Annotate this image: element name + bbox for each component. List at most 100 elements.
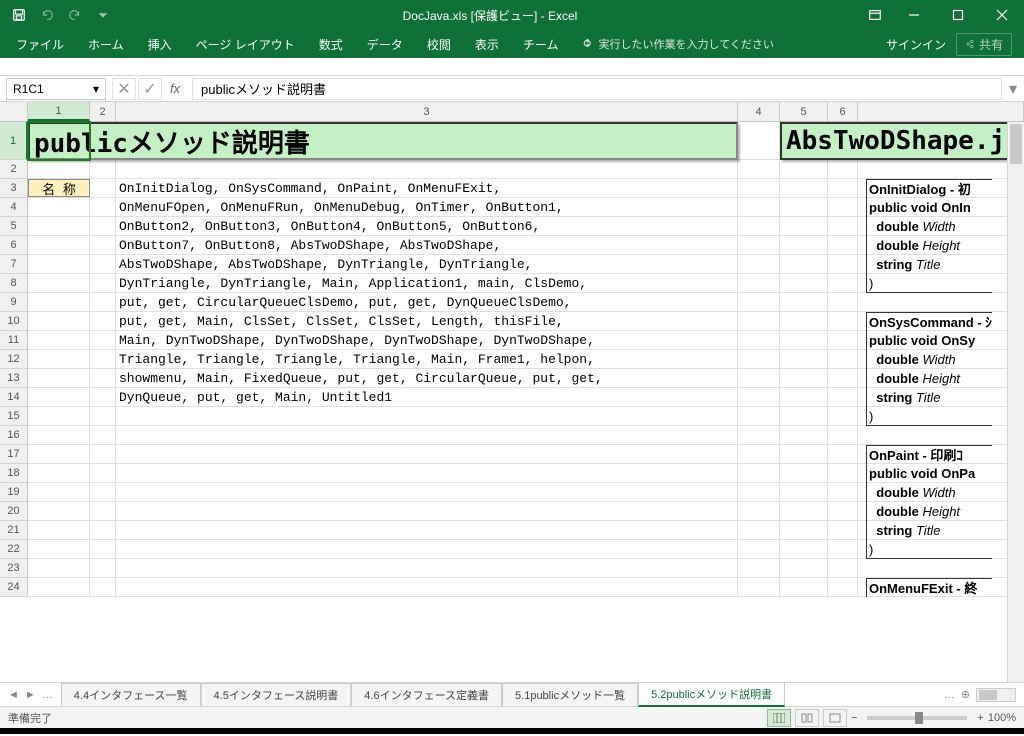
- view-normal-button[interactable]: [767, 709, 791, 727]
- row-header[interactable]: 6: [0, 236, 28, 255]
- row-header[interactable]: 12: [0, 350, 28, 369]
- label-name[interactable]: 名 称: [28, 179, 90, 197]
- row-header[interactable]: 15: [0, 407, 28, 426]
- save-button[interactable]: [6, 2, 32, 28]
- name-box[interactable]: R1C1 ▾: [6, 78, 106, 100]
- row-header[interactable]: 9: [0, 293, 28, 312]
- data-cell[interactable]: showmenu, Main, FixedQueue, put, get, Ci…: [116, 369, 738, 387]
- close-button[interactable]: [980, 0, 1024, 30]
- select-all-corner[interactable]: [0, 102, 28, 121]
- new-sheet-button[interactable]: ⊕: [961, 688, 970, 701]
- minimize-button[interactable]: [892, 0, 936, 30]
- cells-area[interactable]: publicメソッド説明書 AbsTwoDShape.j 名 称 OnInitD…: [28, 122, 1024, 597]
- sheet-tab[interactable]: 4.4インタフェース一覧: [61, 683, 201, 706]
- formula-input[interactable]: publicメソッド説明書: [192, 78, 1002, 100]
- row-header[interactable]: 5: [0, 217, 28, 236]
- col-header[interactable]: 5: [780, 102, 828, 121]
- row-header[interactable]: 16: [0, 426, 28, 445]
- redo-button[interactable]: [62, 2, 88, 28]
- title-cell-right[interactable]: AbsTwoDShape.j: [780, 122, 1024, 160]
- row-header[interactable]: 8: [0, 274, 28, 293]
- tab-nav-more[interactable]: …: [42, 689, 53, 701]
- scrollbar-thumb[interactable]: [1010, 124, 1022, 164]
- data-cell[interactable]: OnMenuFOpen, OnMenuFRun, OnMenuDebug, On…: [116, 198, 738, 216]
- zoom-in-button[interactable]: +: [977, 712, 983, 724]
- row-header[interactable]: 23: [0, 559, 28, 578]
- zoom-level[interactable]: 100%: [988, 712, 1016, 724]
- row-header[interactable]: 11: [0, 331, 28, 350]
- col-header[interactable]: 6: [828, 102, 858, 121]
- data-cell[interactable]: put, get, CircularQueueClsDemo, put, get…: [116, 293, 738, 311]
- row-header[interactable]: 22: [0, 540, 28, 559]
- row-header[interactable]: 13: [0, 369, 28, 388]
- row-header[interactable]: 10: [0, 312, 28, 331]
- title-bar: DocJava.xls [保護ビュー] - Excel: [0, 0, 1024, 30]
- view-page-layout-button[interactable]: [795, 709, 819, 727]
- tab-page-layout[interactable]: ページ レイアウト: [184, 30, 307, 58]
- data-cell[interactable]: DynQueue, put, get, Main, Untitled1: [116, 388, 738, 406]
- right-code-block: OnInitDialog - 初 public void OnIn double…: [866, 179, 992, 597]
- zoom-out-button[interactable]: −: [851, 712, 857, 724]
- data-cell[interactable]: AbsTwoDShape, AbsTwoDShape, DynTriangle,…: [116, 255, 738, 273]
- data-cell[interactable]: OnButton7, OnButton8, AbsTwoDShape, AbsT…: [116, 236, 738, 254]
- signin-link[interactable]: サインイン: [886, 36, 946, 53]
- sheet-tab-active[interactable]: 5.2publicメソッド説明書: [638, 682, 785, 707]
- zoom-slider[interactable]: [867, 716, 967, 720]
- chevron-down-icon[interactable]: ▾: [93, 82, 99, 96]
- tab-team[interactable]: チーム: [511, 30, 571, 58]
- col-header[interactable]: 4: [738, 102, 780, 121]
- row-header[interactable]: 2: [0, 160, 28, 179]
- row-header[interactable]: 7: [0, 255, 28, 274]
- maximize-button[interactable]: [936, 0, 980, 30]
- tabs-more-icon[interactable]: …: [944, 689, 955, 701]
- data-cell[interactable]: OnButton2, OnButton3, OnButton4, OnButto…: [116, 217, 738, 235]
- tab-data[interactable]: データ: [355, 30, 415, 58]
- ribbon-display-options[interactable]: [858, 0, 892, 30]
- row-header[interactable]: 14: [0, 388, 28, 407]
- tell-me-search[interactable]: 実行したい作業を入力してください: [582, 36, 773, 52]
- row-header[interactable]: 19: [0, 483, 28, 502]
- enter-formula-button[interactable]: ✓: [138, 78, 162, 100]
- data-cell[interactable]: DynTriangle, DynTriangle, Main, Applicat…: [116, 274, 738, 292]
- tab-insert[interactable]: 挿入: [136, 30, 184, 58]
- tab-nav-prev[interactable]: ◄: [8, 689, 19, 701]
- col-header[interactable]: 2: [90, 102, 116, 121]
- col-header[interactable]: 3: [116, 102, 738, 121]
- quick-access-toolbar: [0, 2, 122, 28]
- window-title: DocJava.xls [保護ビュー] - Excel: [122, 7, 858, 24]
- col-header[interactable]: 1: [28, 102, 90, 121]
- tab-view[interactable]: 表示: [463, 30, 511, 58]
- spreadsheet-grid: 1 2 3 4 5 6 1 2 3 4 5 6 7 8 9 10 11 12 1…: [0, 102, 1024, 682]
- sheet-tab[interactable]: 5.1publicメソッド一覧: [502, 683, 638, 706]
- row-header[interactable]: 3: [0, 179, 28, 198]
- data-cell[interactable]: put, get, Main, ClsSet, ClsSet, ClsSet, …: [116, 312, 738, 330]
- sheet-tab[interactable]: 4.6インタフェース定義書: [351, 683, 502, 706]
- row-header[interactable]: 18: [0, 464, 28, 483]
- row-header[interactable]: 21: [0, 521, 28, 540]
- vertical-scrollbar[interactable]: [1007, 122, 1024, 682]
- data-cell[interactable]: Triangle, Triangle, Triangle, Triangle, …: [116, 350, 738, 368]
- fx-icon[interactable]: fx: [164, 81, 186, 96]
- tab-home[interactable]: ホーム: [76, 30, 136, 58]
- row-header[interactable]: 24: [0, 578, 28, 597]
- row-header[interactable]: 17: [0, 445, 28, 464]
- tab-formulas[interactable]: 数式: [307, 30, 355, 58]
- tab-nav-next[interactable]: ►: [25, 689, 36, 701]
- data-cell[interactable]: OnInitDialog, OnSysCommand, OnPaint, OnM…: [116, 179, 738, 197]
- data-cell[interactable]: Main, DynTwoDShape, DynTwoDShape, DynTwo…: [116, 331, 738, 349]
- qat-customize[interactable]: [90, 2, 116, 28]
- horizontal-scrollbar[interactable]: [976, 688, 1016, 702]
- sheet-tab[interactable]: 4.5インタフェース説明書: [201, 683, 352, 706]
- tab-review[interactable]: 校閲: [415, 30, 463, 58]
- tab-file[interactable]: ファイル: [4, 30, 76, 58]
- title-cell-main[interactable]: publicメソッド説明書: [28, 122, 738, 160]
- cancel-formula-button[interactable]: ✕: [112, 78, 136, 100]
- share-button[interactable]: 共有: [956, 33, 1012, 56]
- row-header[interactable]: 4: [0, 198, 28, 217]
- row-header[interactable]: 20: [0, 502, 28, 521]
- row-header[interactable]: 1: [0, 122, 28, 160]
- col-header[interactable]: [858, 102, 1024, 121]
- view-page-break-button[interactable]: [823, 709, 847, 727]
- formula-bar-expand[interactable]: ▾: [1002, 79, 1024, 99]
- undo-button[interactable]: [34, 2, 60, 28]
